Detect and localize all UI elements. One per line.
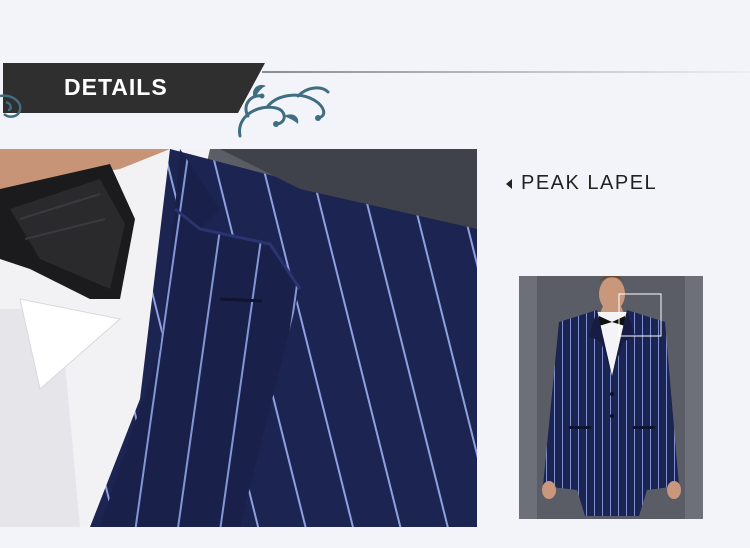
- flourish-ornament-left-icon: [0, 94, 22, 118]
- lapel-detail-photo: [0, 149, 477, 527]
- full-suit-thumbnail: [519, 276, 703, 519]
- section-title: DETAILS: [64, 74, 168, 100]
- lapel-detail-illustration: [0, 149, 477, 527]
- section-header-banner: DETAILS: [3, 63, 265, 113]
- full-suit-illustration: [519, 276, 703, 519]
- flourish-ornament-icon: [238, 84, 330, 138]
- caret-left-icon: [506, 178, 512, 189]
- header-divider-line: [262, 71, 750, 73]
- feature-label: PEAK LAPEL: [506, 172, 657, 195]
- feature-label-text: PEAK LAPEL: [521, 172, 658, 194]
